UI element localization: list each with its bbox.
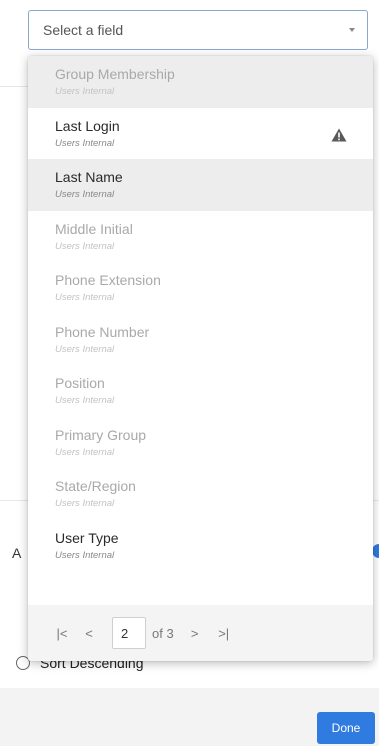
field-option-source: Users Internal xyxy=(55,189,115,200)
field-option-label: Phone Number xyxy=(55,323,150,340)
pagination: |< < of 3 > >| xyxy=(28,605,373,661)
field-option-source: Users Internal xyxy=(55,549,115,561)
field-option-source: Users Internal xyxy=(55,137,115,149)
partial-label: A xyxy=(12,545,22,561)
field-option: State/Region Users Internal xyxy=(28,468,373,520)
field-option: Phone Number Users Internal xyxy=(28,314,373,366)
field-option-source: Users Internal xyxy=(55,240,115,252)
page-count-label: of 3 xyxy=(152,625,174,641)
field-option-source: Users Internal xyxy=(55,498,115,509)
field-option-label: Last Name xyxy=(55,169,123,185)
field-option-label: Middle Initial xyxy=(55,220,133,237)
previous-page-button[interactable]: < xyxy=(82,626,96,641)
field-option-label: User Type xyxy=(55,529,119,546)
field-dropdown: Group Membership Users Internal Last Login… xyxy=(28,56,373,661)
field-option-source: Users Internal xyxy=(55,86,115,97)
field-option-label: Group Membership xyxy=(55,66,175,82)
field-option-label: State/Region xyxy=(55,478,136,494)
field-select[interactable]: Select a field xyxy=(28,10,368,50)
field-option: Position Users Internal xyxy=(28,365,373,417)
warning-triangle-icon xyxy=(331,128,347,141)
field-option-source: Users Internal xyxy=(55,446,115,458)
field-option-source: Users Internal xyxy=(55,343,115,355)
field-option[interactable]: User Type Users Internal xyxy=(28,520,373,572)
radio-selected[interactable] xyxy=(372,544,379,558)
page-number-input[interactable] xyxy=(112,617,146,649)
divider xyxy=(0,86,28,87)
field-option: Phone Extension Users Internal xyxy=(28,262,373,314)
chevron-down-icon[interactable] xyxy=(349,28,355,32)
field-option-label: Position xyxy=(55,375,105,391)
field-option[interactable]: Last Name Users Internal xyxy=(28,159,373,211)
field-option-label: Phone Extension xyxy=(55,272,161,288)
next-page-button[interactable]: > xyxy=(188,626,202,641)
field-option[interactable]: Last Login Users Internal xyxy=(28,108,373,160)
field-option: Primary Group Users Internal xyxy=(28,417,373,469)
select-placeholder: Select a field xyxy=(43,22,124,38)
first-page-button[interactable]: |< xyxy=(54,626,70,641)
last-page-button[interactable]: >| xyxy=(216,626,232,641)
field-option: Middle Initial Users Internal xyxy=(28,211,373,263)
option-list: Group Membership Users Internal Last Login… xyxy=(28,56,373,571)
done-button[interactable]: Done xyxy=(317,712,375,744)
field-option-label: Last Login xyxy=(55,117,120,134)
field-option-label: Primary Group xyxy=(55,426,147,443)
field-option-source: Users Internal xyxy=(55,292,115,303)
field-option: Group Membership Users Internal xyxy=(28,56,373,108)
field-option-source: Users Internal xyxy=(55,395,115,406)
